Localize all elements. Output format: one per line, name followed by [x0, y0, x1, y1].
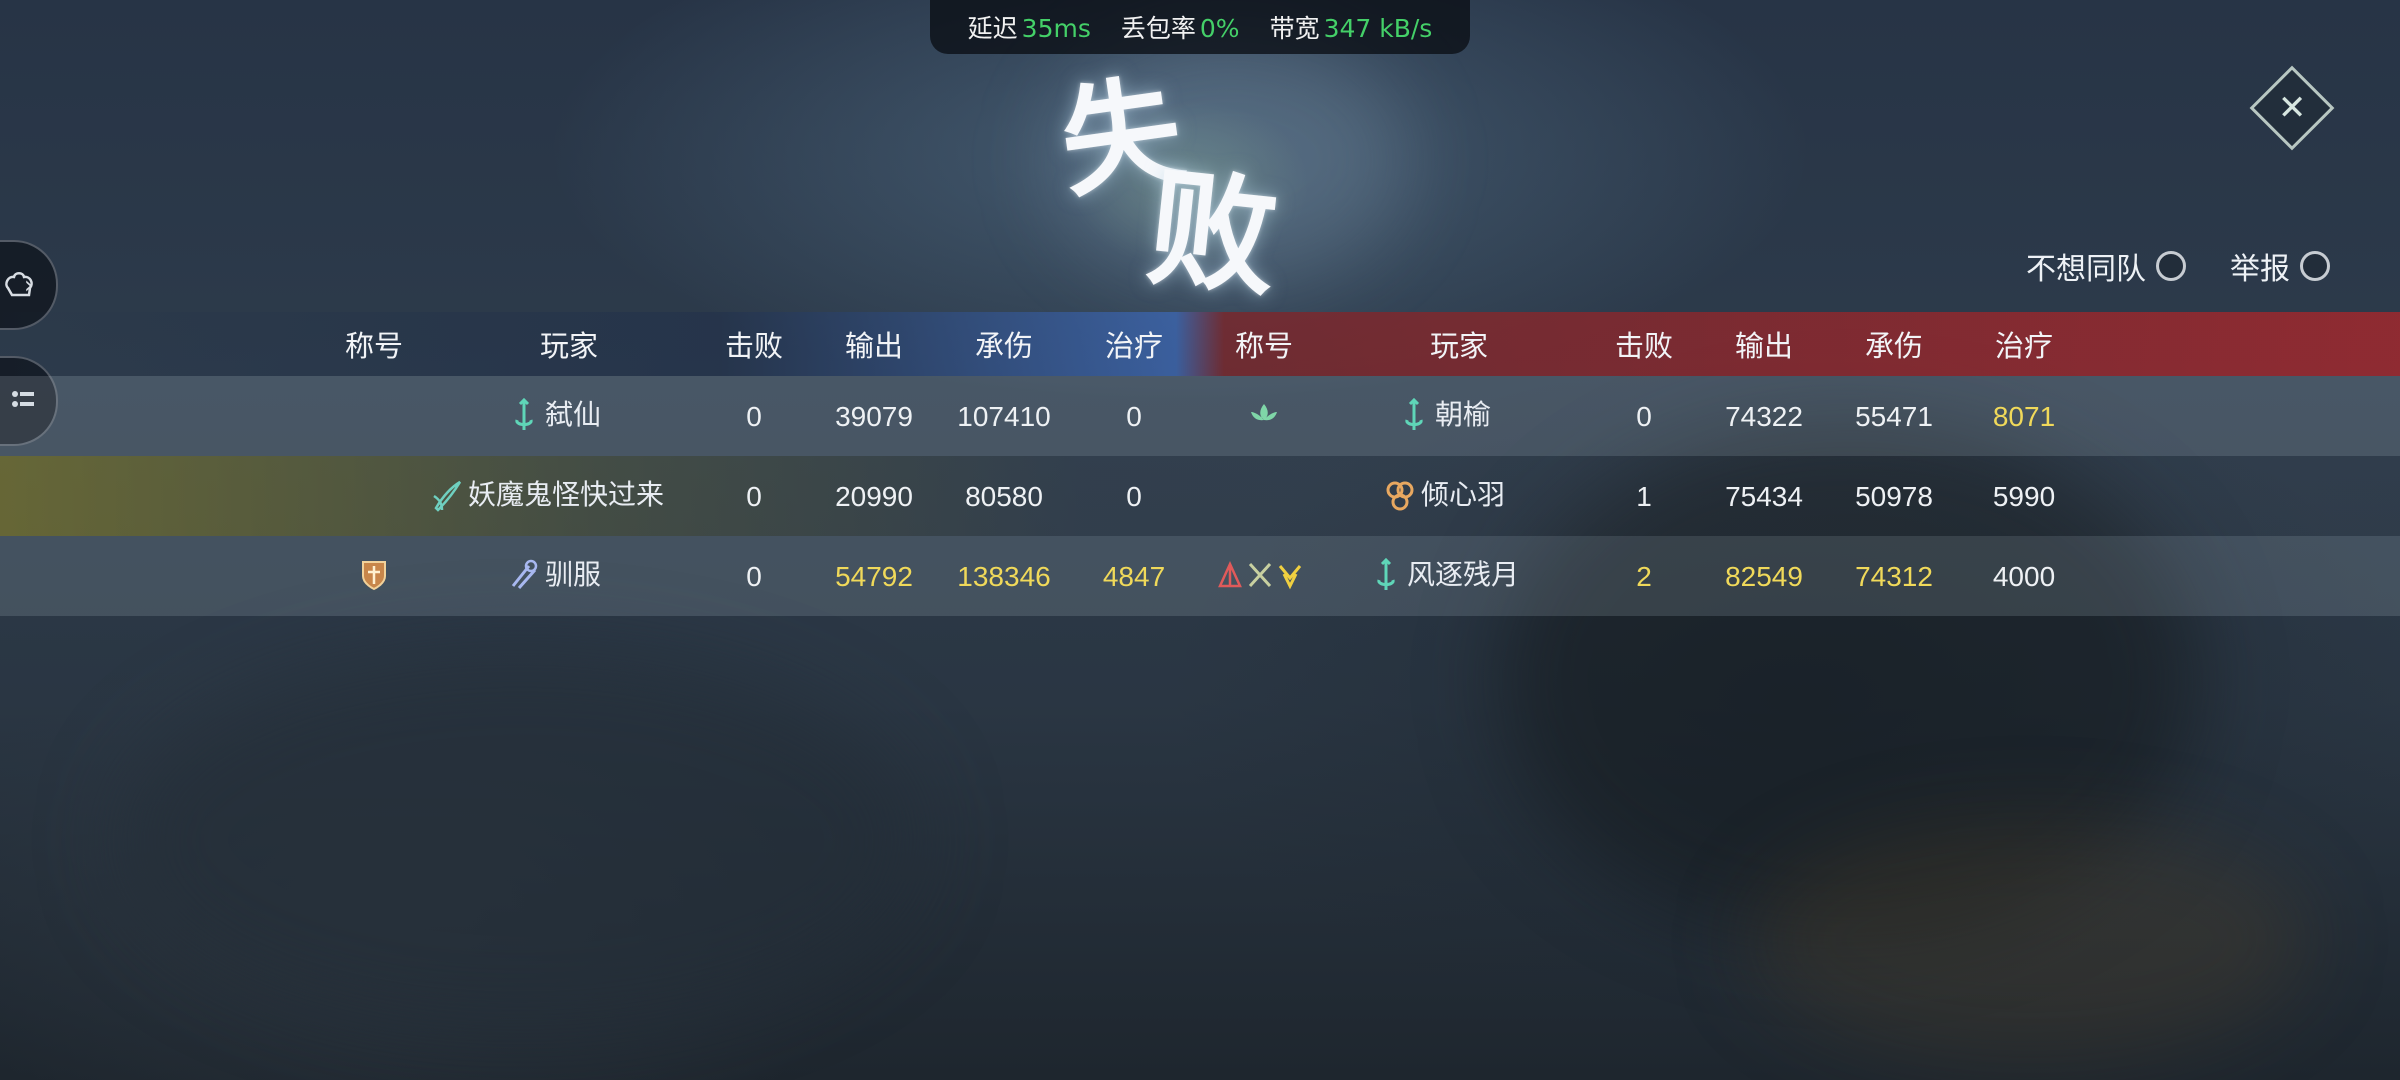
- right-header-heal: 治疗: [1994, 329, 2054, 363]
- right-header-taken: 承伤: [1864, 329, 1924, 363]
- left-player-name[interactable]: 弑仙: [509, 398, 601, 432]
- spear-icon: [1377, 558, 1395, 590]
- title-char-2: 败: [1141, 152, 1285, 316]
- no-team-radio[interactable]: [2156, 251, 2186, 281]
- right-player-name[interactable]: 风逐残月: [1371, 558, 1519, 592]
- spear-icon: [1405, 398, 1423, 430]
- left-header-kills: 击败: [724, 329, 784, 363]
- left-header-title: 称号: [344, 329, 404, 363]
- mask-icon: [1386, 481, 1414, 511]
- spear-icon: [515, 398, 533, 430]
- blade-icon: [433, 480, 462, 512]
- defeat-title: 失 败: [1040, 40, 1340, 315]
- right-player-name[interactable]: 朝榆: [1399, 398, 1491, 432]
- no-team-option[interactable]: 不想同队: [2026, 244, 2186, 288]
- left-header-damage: 输出: [844, 329, 904, 363]
- left-player-name[interactable]: 妖魔鬼怪快过来: [432, 478, 664, 512]
- left-header-taken: 承伤: [974, 329, 1034, 363]
- right-header-damage: 输出: [1734, 329, 1794, 363]
- right-header-title: 称号: [1234, 329, 1294, 363]
- report-radio[interactable]: [2300, 251, 2330, 281]
- beast-icon: [511, 559, 538, 589]
- close-button[interactable]: ✕: [2249, 65, 2335, 151]
- right-player-name[interactable]: 倾心羽: [1385, 478, 1505, 512]
- left-header-heal: 治疗: [1104, 329, 1164, 363]
- close-icon: ✕: [2277, 88, 2307, 128]
- lotus-icon: [1247, 400, 1281, 431]
- shield-badge-icon: [360, 558, 388, 597]
- right-header-player: 玩家: [1429, 329, 1489, 363]
- triple-badge-icon: [1216, 560, 1312, 595]
- right-header-kills: 击败: [1614, 329, 1674, 363]
- chevron-right-icon: ›: [24, 271, 34, 299]
- report-option[interactable]: 举报: [2230, 244, 2330, 288]
- left-header-player: 玩家: [539, 329, 599, 363]
- left-player-name[interactable]: 驯服: [509, 558, 601, 592]
